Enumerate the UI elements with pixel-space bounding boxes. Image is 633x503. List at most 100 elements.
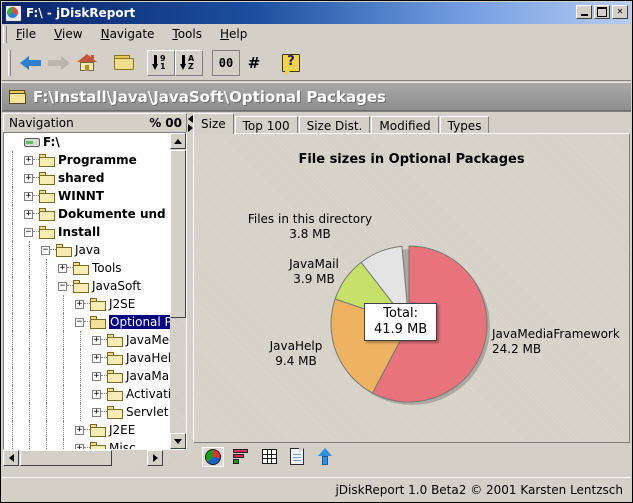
menu-item-navigate[interactable]: Navigate	[92, 25, 164, 43]
tree-indent	[4, 385, 92, 403]
splitter-collapse-left-icon[interactable]	[187, 115, 193, 123]
sort-numeric-icon: 91	[151, 54, 171, 72]
tree-item-f[interactable]: F:\	[4, 133, 172, 151]
folder-icon	[107, 369, 123, 383]
tree-item-optional-pa[interactable]: − Optional Pa	[4, 313, 172, 331]
up-arrow-icon	[318, 448, 332, 465]
tree-item-j2ee[interactable]: + J2EE	[4, 421, 172, 439]
tree-indent	[4, 421, 75, 439]
tree-expand-icon[interactable]: +	[24, 155, 33, 165]
tree-item-install[interactable]: − Install	[4, 223, 172, 241]
tree-item-javamed[interactable]: + JavaMed	[4, 331, 172, 349]
bar-chart-view-button[interactable]	[230, 447, 252, 467]
tree-expand-icon[interactable]: +	[75, 443, 84, 449]
numbers-toggle-button[interactable]: 00	[165, 116, 182, 130]
status-text: jDiskReport 1.0 Beta2 © 2001 Karsten Len…	[335, 483, 623, 497]
sort-by-size-button[interactable]: 91	[147, 49, 175, 76]
window-controls: ✕	[576, 5, 628, 19]
tree-expand-icon[interactable]: +	[92, 335, 101, 345]
title-bar: F:\ - jDiskReport ✕	[2, 2, 631, 24]
tree-item-tools[interactable]: + Tools	[4, 259, 172, 277]
tree-item-j2se[interactable]: + J2SE	[4, 295, 172, 313]
tree-horizontal-scrollbar[interactable]	[3, 450, 187, 467]
left-arrow-icon	[20, 55, 42, 70]
tree-item-javahelp[interactable]: + JavaHelp	[4, 349, 172, 367]
tree-expand-icon[interactable]: +	[58, 263, 67, 273]
tab-size-dist[interactable]: Size Dist.	[298, 116, 371, 134]
tree-indent	[4, 241, 41, 259]
menu-item-file[interactable]: File	[7, 25, 45, 43]
minimize-button[interactable]	[576, 5, 592, 19]
splitter-collapse-right-icon[interactable]	[187, 124, 193, 132]
menu-item-tools[interactable]: Tools	[163, 25, 211, 43]
tree-item-label: F:\	[43, 135, 60, 149]
scroll-up-button[interactable]	[170, 133, 186, 149]
horizontal-scroll-thumb[interactable]	[20, 450, 112, 466]
menu-item-view[interactable]: View	[45, 25, 91, 43]
tab-label: Modified	[379, 118, 431, 133]
show-count-button[interactable]: #	[240, 50, 268, 76]
table-view-button[interactable]	[258, 447, 280, 467]
tree-expand-icon[interactable]: +	[92, 389, 101, 399]
percent-toggle-button[interactable]: %	[149, 116, 161, 130]
show-numbers-button[interactable]: 00	[212, 49, 240, 76]
vertical-scroll-thumb[interactable]	[170, 150, 186, 318]
navigation-tree[interactable]: F:\ + Programme + shared + WINNT + Dokumente und…	[4, 133, 172, 449]
tree-indent	[4, 295, 75, 313]
tree-item-javamail[interactable]: + JavaMail	[4, 367, 172, 385]
tab-modified[interactable]: Modified	[371, 116, 439, 134]
parent-folder-button[interactable]	[314, 447, 336, 467]
folder-icon	[39, 171, 55, 185]
tree-item-shared[interactable]: + shared	[4, 169, 172, 187]
details-view-button[interactable]	[286, 447, 308, 467]
tab-types[interactable]: Types	[439, 116, 490, 134]
pie-label-javahelp: JavaHelp 9.4 MB	[269, 339, 323, 368]
tree-item-winnt[interactable]: + WINNT	[4, 187, 172, 205]
folder-icon	[90, 297, 106, 311]
tree-expand-icon[interactable]: +	[24, 191, 33, 201]
sort-by-name-button[interactable]: AZ	[175, 49, 203, 76]
tree-collapse-icon[interactable]: −	[75, 317, 84, 327]
forward-button[interactable]	[45, 50, 73, 76]
tree-item-servlet[interactable]: + Servlet	[4, 403, 172, 421]
bar-chart-icon	[233, 449, 249, 464]
tree-item-java[interactable]: − Java	[4, 241, 172, 259]
tree-item-label: JavaHelp	[126, 351, 172, 365]
tree-item-label: Dokumente und Ein	[58, 207, 172, 221]
home-button[interactable]	[73, 50, 101, 76]
tree-expand-icon[interactable]: +	[92, 353, 101, 363]
scroll-right-button[interactable]	[147, 450, 163, 466]
tree-expand-icon[interactable]: +	[92, 407, 101, 417]
tree-item-activatio[interactable]: + Activatio	[4, 385, 172, 403]
menu-item-help[interactable]: Help	[211, 25, 256, 43]
tree-item-javasoft[interactable]: − JavaSoft	[4, 277, 172, 295]
tree-expand-icon[interactable]: +	[92, 371, 101, 381]
tree-indent	[4, 439, 75, 449]
back-button[interactable]	[17, 50, 45, 76]
tree-expand-icon[interactable]: +	[24, 173, 33, 183]
tree-expand-icon[interactable]: +	[75, 299, 84, 309]
tab-top-100[interactable]: Top 100	[234, 116, 298, 134]
tree-collapse-icon[interactable]: −	[58, 281, 67, 291]
tree-expand-icon[interactable]: +	[24, 209, 33, 219]
tree-expand-icon[interactable]: +	[75, 425, 84, 435]
scroll-left-button[interactable]	[3, 450, 19, 466]
tree-vertical-scrollbar[interactable]	[170, 133, 186, 449]
tree-item-dokumente-und-ein[interactable]: + Dokumente und Ein	[4, 205, 172, 223]
help-button[interactable]: ?	[277, 50, 305, 76]
open-folder-button[interactable]	[110, 50, 138, 76]
pie-label-javamail: JavaMail 3.9 MB	[289, 257, 339, 286]
scroll-down-button[interactable]	[170, 433, 186, 449]
tree-collapse-icon[interactable]: −	[41, 245, 50, 255]
tab-size[interactable]: Size	[193, 113, 234, 134]
pie-chart-view-button[interactable]	[202, 446, 224, 467]
tree-item-label: Optional Pa	[109, 315, 172, 329]
navigation-tree-frame: F:\ + Programme + shared + WINNT + Dokumente und…	[3, 132, 187, 450]
tree-item-misc[interactable]: + Misc	[4, 439, 172, 449]
maximize-button[interactable]	[594, 5, 610, 19]
tree-collapse-icon[interactable]: −	[24, 227, 33, 237]
folder-icon	[56, 243, 72, 257]
tree-item-programme[interactable]: + Programme	[4, 151, 172, 169]
close-button[interactable]: ✕	[612, 5, 628, 19]
report-tabs: Size Top 100 Size Dist. Modified Types	[193, 113, 490, 134]
